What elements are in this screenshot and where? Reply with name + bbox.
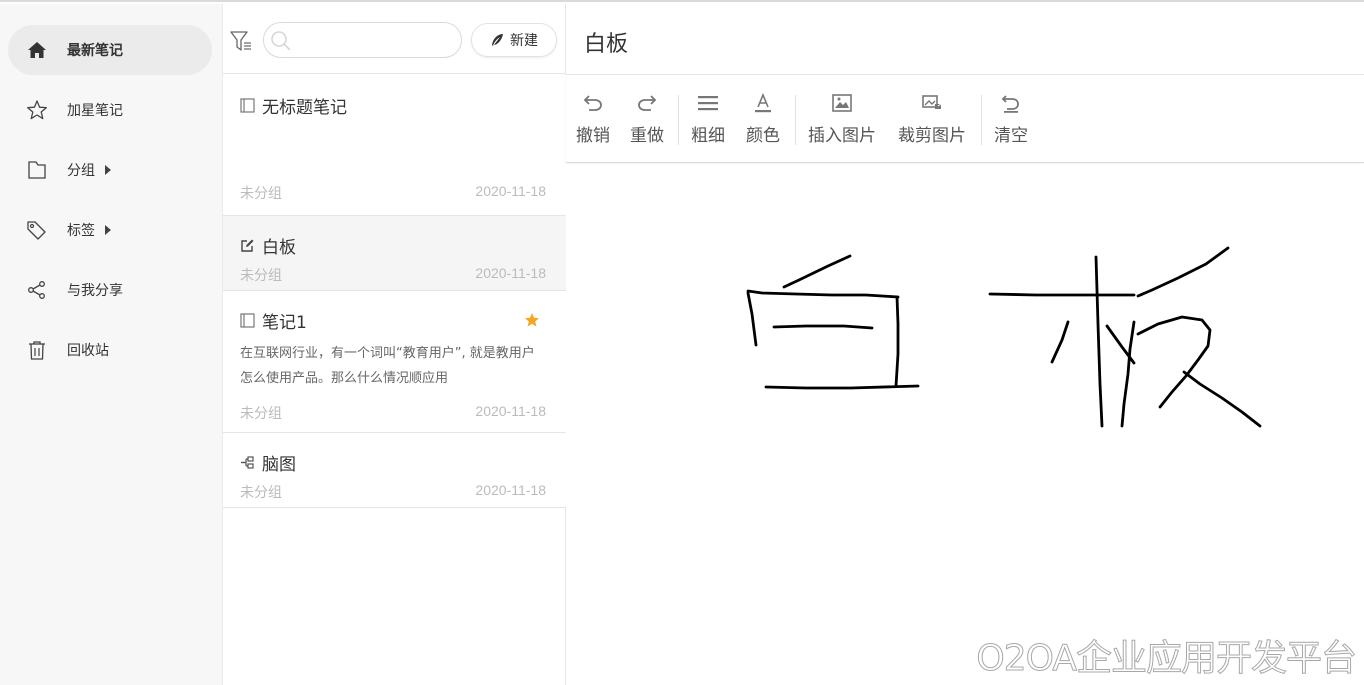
folder-icon [26, 159, 48, 181]
starred-icon[interactable] [524, 312, 540, 328]
sidebar-item-tags[interactable]: 标签 [8, 205, 212, 255]
whiteboard-canvas[interactable] [566, 164, 1364, 685]
thickness-button[interactable]: 粗细 [691, 91, 725, 146]
note-title-text: 白板 [262, 238, 296, 258]
note-date: 2020-11-18 [475, 403, 546, 419]
note-group: 未分组 [240, 186, 282, 202]
undo-label: 撤销 [576, 126, 610, 146]
search-input[interactable] [296, 29, 454, 51]
note-group: 未分组 [240, 485, 282, 501]
whiteboard-drawing [746, 246, 1262, 428]
sidebar-item-label: 标签 [67, 223, 95, 239]
note-title-text: 脑图 [262, 455, 296, 475]
insert-image-label: 插入图片 [808, 126, 876, 146]
sidebar-item-shared-with-me[interactable]: 与我分享 [8, 265, 212, 315]
note-group: 未分组 [240, 406, 282, 422]
feather-icon [492, 34, 503, 46]
sidebar-item-label: 分组 [67, 163, 95, 179]
star-icon [26, 99, 48, 121]
note-list-panel: 新建 无标题笔记 未分组 2020-11-18 白板 未分组 2020-11-1… [222, 4, 566, 685]
undo-icon [581, 91, 605, 115]
note-list-header: 新建 [223, 4, 566, 74]
new-note-button[interactable]: 新建 [471, 23, 557, 57]
note-date: 2020-11-18 [475, 265, 546, 281]
trash-icon [26, 339, 48, 361]
note-title-text: 笔记1 [262, 313, 307, 333]
thickness-label: 粗细 [691, 126, 725, 146]
sidebar-item-label: 回收站 [67, 343, 109, 359]
insert-image-button[interactable]: 插入图片 [808, 91, 876, 146]
note-icon [240, 98, 256, 114]
crop-image-button[interactable]: 裁剪图片 [898, 91, 966, 146]
note-date: 2020-11-18 [475, 183, 546, 199]
undo-button[interactable]: 撤销 [576, 91, 610, 146]
note-group: 未分组 [240, 268, 282, 284]
clear-icon [999, 91, 1023, 115]
sidebar-item-groups[interactable]: 分组 [8, 145, 212, 195]
caret-right-icon [105, 165, 111, 175]
home-icon [26, 39, 48, 61]
caret-right-icon [105, 225, 111, 235]
sidebar-item-label: 加星笔记 [67, 103, 123, 119]
note-title-text: 无标题笔记 [262, 98, 347, 118]
sidebar-item-starred-notes[interactable]: 加星笔记 [8, 85, 212, 135]
new-note-label: 新建 [510, 33, 538, 49]
note-date: 2020-11-18 [475, 482, 546, 498]
note-list-item[interactable]: 无标题笔记 未分组 2020-11-18 [223, 75, 566, 216]
search-box [263, 22, 462, 58]
redo-label: 重做 [630, 126, 664, 146]
note-title: 笔记1 [240, 308, 307, 333]
sidebar-item-label: 最新笔记 [67, 43, 123, 59]
whiteboard-toolbar: 撤销 重做 粗细 颜色 插入图片 裁剪图片 清空 [566, 75, 1364, 163]
note-list-item[interactable]: 脑图 未分组 2020-11-18 [223, 433, 566, 508]
sidebar-item-recycle-bin[interactable]: 回收站 [8, 325, 212, 375]
toolbar-separator [981, 95, 982, 145]
note-icon [240, 313, 256, 329]
mindmap-icon [240, 455, 256, 471]
watermark: O2OA企业应用开发平台 [976, 638, 1358, 680]
note-list-item[interactable]: 笔记1 在互联网行业，有一个词叫“教育用户”, 就是教用户怎么使用产品。那么什么… [223, 291, 566, 433]
sidebar-item-label: 与我分享 [67, 283, 123, 299]
tag-icon [26, 219, 48, 241]
filter-icon[interactable] [229, 30, 253, 54]
line-weight-icon [696, 91, 720, 115]
whiteboard-editor: 白板 撤销 重做 粗细 颜色 插入图片 裁剪图片 清空 O2OA企业应用开发平台 [566, 4, 1364, 685]
clear-button[interactable]: 清空 [994, 91, 1028, 146]
crop-image-label: 裁剪图片 [898, 126, 966, 146]
toolbar-separator [678, 95, 679, 145]
sidebar: 最新笔记 加星笔记 分组 标签 与我分享 回收站 [0, 4, 222, 685]
note-list-item[interactable]: 白板 未分组 2020-11-18 [223, 216, 566, 291]
image-icon [830, 91, 854, 115]
note-preview: 在互联网行业，有一个词叫“教育用户”, 就是教用户怎么使用产品。那么什么情况顺应… [240, 346, 535, 386]
redo-icon [635, 91, 659, 115]
sidebar-item-latest-notes[interactable]: 最新笔记 [8, 25, 212, 75]
color-label: 颜色 [746, 126, 780, 146]
color-button[interactable]: 颜色 [746, 91, 780, 146]
note-title-heading[interactable]: 白板 [584, 26, 628, 58]
note-title: 脑图 [240, 450, 296, 475]
font-color-icon [751, 91, 775, 115]
toolbar-separator [795, 95, 796, 145]
note-title: 无标题笔记 [240, 93, 347, 118]
redo-button[interactable]: 重做 [630, 91, 664, 146]
share-icon [26, 279, 48, 301]
search-icon [270, 30, 292, 52]
note-title: 白板 [240, 233, 296, 258]
crop-image-icon [920, 91, 944, 115]
clear-label: 清空 [994, 126, 1028, 146]
edit-icon [240, 238, 256, 254]
